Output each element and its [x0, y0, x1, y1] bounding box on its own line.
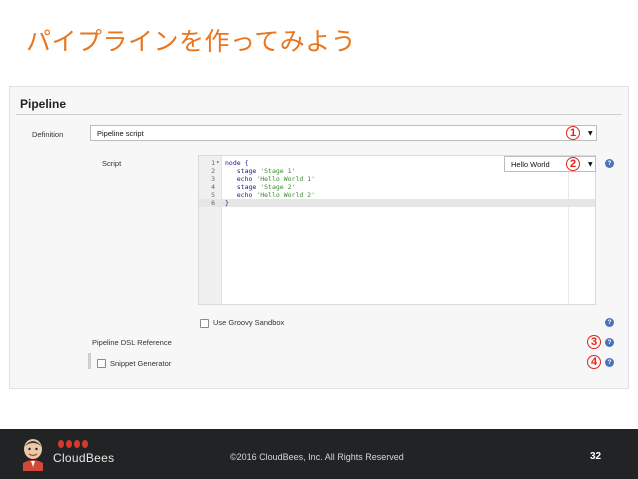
- chevron-down-icon[interactable]: ▼: [588, 161, 593, 168]
- definition-label: Definition: [32, 130, 64, 139]
- code-token: echo: [225, 175, 257, 183]
- dsl-reference-label: Pipeline DSL Reference: [92, 338, 172, 347]
- definition-select-value: Pipeline script: [97, 128, 144, 138]
- line-number: 1: [211, 159, 215, 167]
- help-icon[interactable]: ?: [605, 358, 614, 367]
- line-number: 2: [211, 167, 215, 175]
- code-text: echo 'Hello World 1': [225, 175, 315, 183]
- slide-title: パイプラインを作ってみよう: [26, 27, 357, 56]
- code-string: 'Hello World 1': [256, 175, 316, 183]
- dsl-reference-marker: 3: [587, 335, 601, 349]
- code-token: echo: [225, 191, 257, 199]
- code-line[interactable]: 3 echo 'Hello World 1': [199, 175, 595, 183]
- code-string: 'Hello World 2': [256, 191, 316, 199]
- jenkins-butler-icon: [23, 439, 43, 471]
- sandbox-label: Use Groovy Sandbox: [213, 318, 285, 327]
- sample-marker: 2: [566, 157, 580, 171]
- sandbox-checkbox[interactable]: [200, 319, 209, 328]
- chevron-down-icon[interactable]: ▼: [588, 130, 593, 137]
- code-text: }: [225, 199, 229, 207]
- code-token: node {: [225, 159, 249, 167]
- code-line[interactable]: 6}: [199, 199, 595, 207]
- snippet-generator-checkbox[interactable]: [97, 359, 106, 368]
- code-text: stage 'Stage 2': [225, 183, 296, 191]
- code-token: stage: [225, 167, 261, 175]
- code-line[interactable]: 4 stage 'Stage 2': [199, 183, 595, 191]
- line-number: 5: [211, 191, 215, 199]
- help-icon[interactable]: ?: [605, 159, 614, 168]
- code-token: }: [225, 199, 229, 207]
- help-icon[interactable]: ?: [605, 338, 614, 347]
- copyright-text: ©2016 CloudBees, Inc. All Rights Reserve…: [230, 452, 404, 462]
- cloudbees-mark-icon: [58, 440, 88, 448]
- line-number: 4: [211, 183, 215, 191]
- page-number: 32: [590, 451, 602, 462]
- code-string: 'Stage 2': [260, 183, 296, 191]
- code-text: stage 'Stage 1': [225, 167, 296, 175]
- code-token: stage: [225, 183, 261, 191]
- sample-select-value: Hello World: [511, 159, 550, 169]
- sample-select[interactable]: Hello World: [504, 156, 596, 172]
- section-divider: [16, 114, 622, 115]
- section-header: Pipeline: [20, 97, 67, 111]
- line-number: 6: [211, 199, 215, 207]
- code-line[interactable]: 5 echo 'Hello World 2': [199, 191, 595, 199]
- fold-arrow-icon[interactable]: ▾: [216, 159, 220, 167]
- snippet-divider: [88, 353, 91, 369]
- script-editor[interactable]: 1 ▾ node {2 stage 'Stage 1' 3 echo 'Hello W…: [198, 155, 596, 305]
- line-number: 3: [211, 175, 215, 183]
- code-string: 'Stage 1': [260, 167, 296, 175]
- pipeline-panel: Pipeline Definition Pipeline script 1 ▼ …: [9, 86, 629, 389]
- snippet-generator-marker: 4: [587, 355, 601, 369]
- snippet-generator-label: Snippet Generator: [110, 359, 172, 368]
- help-icon[interactable]: ?: [605, 318, 614, 327]
- code-text: echo 'Hello World 2': [225, 191, 315, 199]
- footer-bar: CloudBees ©2016 CloudBees, Inc. All Righ…: [0, 429, 638, 479]
- logo-text: CloudBees: [53, 451, 115, 465]
- script-label: Script: [102, 159, 122, 168]
- definition-marker: 1: [566, 126, 580, 140]
- definition-select[interactable]: Pipeline script: [90, 125, 597, 141]
- code-text: node {: [225, 159, 248, 167]
- cloudbees-logo: CloudBees: [18, 433, 118, 475]
